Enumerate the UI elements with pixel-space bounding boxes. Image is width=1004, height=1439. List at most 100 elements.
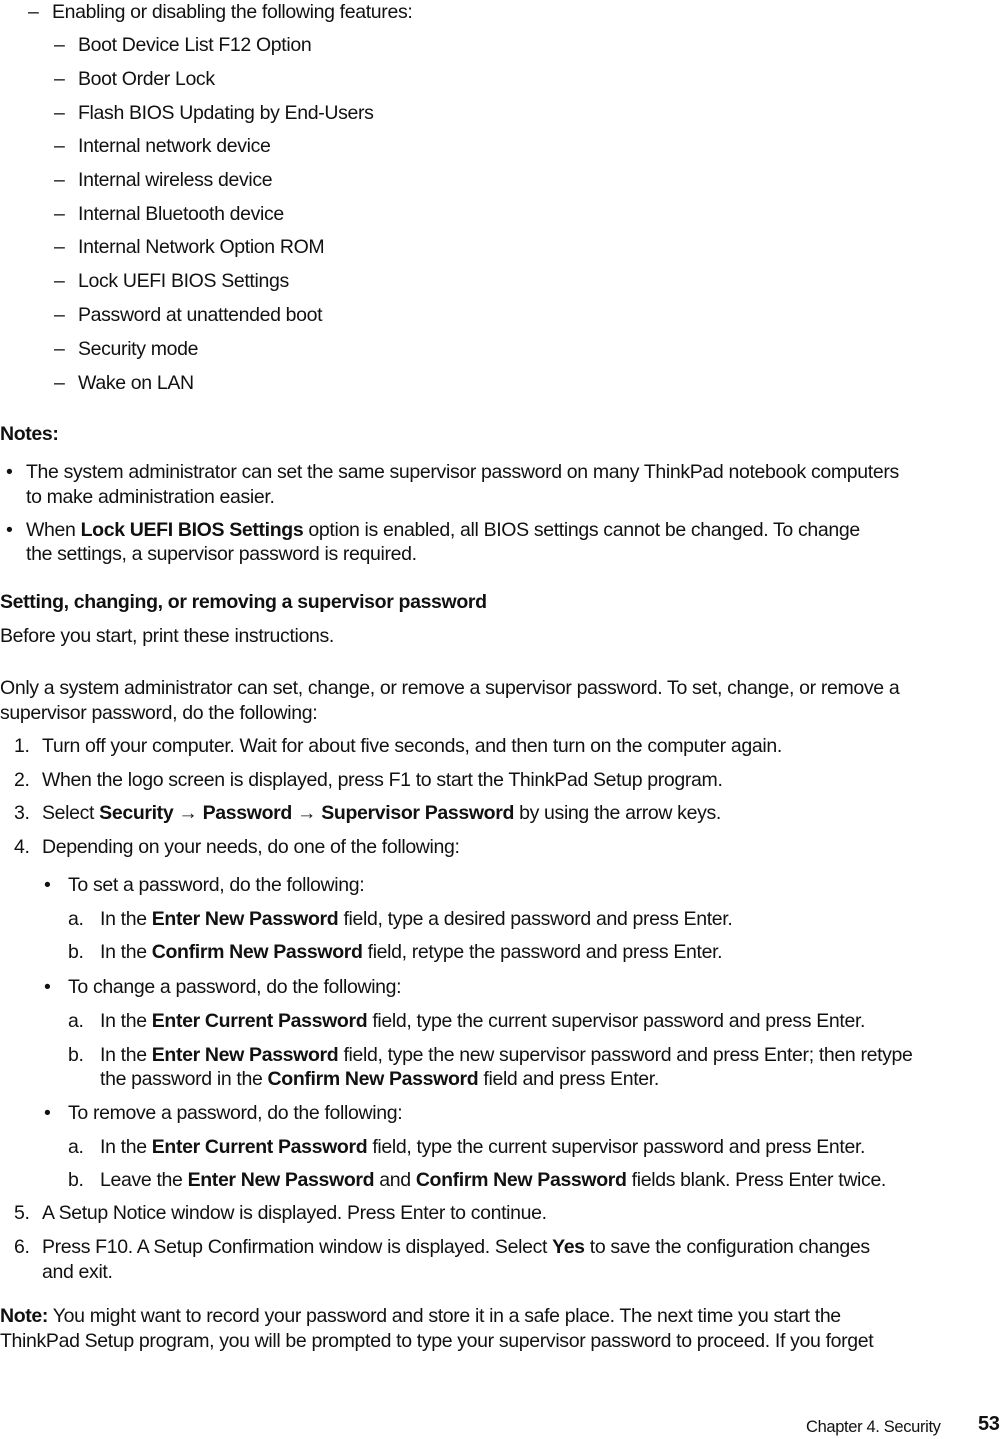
text: and	[374, 1169, 416, 1191]
list-item: – Boot Order Lock	[54, 67, 215, 91]
text: In the	[100, 1010, 152, 1032]
feature-label: Internal Bluetooth device	[78, 203, 284, 225]
step-5: A Setup Notice window is displayed. Pres…	[42, 1202, 547, 1224]
note-bullet: •	[6, 461, 13, 483]
feature-label: Flash BIOS Updating by End-Users	[78, 102, 374, 124]
text: In the	[100, 908, 152, 930]
step-1: Turn off your computer. Wait for about f…	[42, 735, 782, 757]
text: In the	[100, 1136, 152, 1158]
note-bullet: •	[6, 519, 13, 541]
text: Leave the	[100, 1169, 188, 1191]
note-2-line-2: the settings, a supervisor password is r…	[26, 543, 417, 565]
field-name: Confirm New Password	[267, 1068, 479, 1090]
notes-heading: Notes:	[0, 423, 59, 445]
dash-bullet: –	[54, 270, 65, 292]
note-1-line-2: to make administration easier.	[26, 486, 275, 508]
letter: a.	[68, 1010, 84, 1032]
step-number: 2.	[14, 769, 30, 791]
text: option is enabled, all BIOS settings can…	[303, 519, 860, 541]
text: field, type the current supervisor passw…	[367, 1136, 866, 1158]
step-6-line-2: and exit.	[42, 1261, 113, 1283]
text: Select	[42, 802, 100, 824]
list-item: – Wake on LAN	[54, 371, 194, 395]
step-number: 5.	[14, 1202, 30, 1224]
dash-bullet: –	[54, 203, 65, 225]
note-2-line-1: When Lock UEFI BIOS Settings option is e…	[26, 518, 860, 542]
dash-bullet: –	[54, 34, 65, 56]
field-name: Enter New Password	[151, 908, 339, 930]
note-1-line-1: The system administrator can set the sam…	[26, 461, 899, 483]
text: to save the configuration changes	[584, 1236, 870, 1258]
feature-label: Boot Order Lock	[78, 68, 215, 90]
list-item: – Internal Bluetooth device	[54, 202, 284, 226]
set-password-bullet: To set a password, do the following:	[68, 874, 365, 896]
sub-bullet: •	[44, 1102, 51, 1124]
set-step-a: In the Enter New Password field, type a …	[100, 907, 733, 931]
features-intro: – Enabling or disabling the following fe…	[28, 0, 413, 24]
step-4: Depending on your needs, do one of the f…	[42, 836, 460, 858]
dash-bullet: –	[54, 304, 65, 326]
step-number: 3.	[14, 802, 30, 824]
text: by using the arrow keys.	[514, 802, 721, 824]
text: In the	[100, 1044, 152, 1066]
dash-bullet: –	[54, 135, 65, 157]
text: the password in the	[100, 1068, 268, 1090]
step-number: 4.	[14, 836, 30, 858]
note-label: Note:	[0, 1305, 49, 1327]
field-name: Enter New Password	[151, 1044, 339, 1066]
dash-bullet: –	[28, 1, 39, 23]
step-3: Select Security → Password → Supervisor …	[42, 801, 721, 825]
remove-step-a: In the Enter Current Password field, typ…	[100, 1135, 865, 1159]
menu-password: Password	[202, 802, 293, 824]
step-number: 6.	[14, 1236, 30, 1258]
final-note-line-2: ThinkPad Setup program, you will be prom…	[0, 1330, 874, 1352]
footer-chapter: Chapter 4. Security	[806, 1418, 941, 1436]
remove-password-bullet: To remove a password, do the following:	[68, 1102, 403, 1124]
menu-supervisor-password: Supervisor Password	[321, 802, 515, 824]
letter: b.	[68, 1044, 84, 1066]
dash-bullet: –	[54, 169, 65, 191]
arrow-right-icon: →	[291, 802, 322, 824]
letter: a.	[68, 1136, 84, 1158]
text: fields blank. Press Enter twice.	[626, 1169, 887, 1191]
step-number: 1.	[14, 735, 30, 757]
list-item: – Password at unattended boot	[54, 303, 323, 327]
dash-bullet: –	[54, 102, 65, 124]
sub-bullet: •	[44, 976, 51, 998]
feature-label: Internal network device	[78, 135, 271, 157]
field-name: Confirm New Password	[415, 1169, 627, 1191]
feature-label: Boot Device List F12 Option	[78, 34, 312, 56]
feature-label: Security mode	[78, 338, 199, 360]
list-item: – Internal wireless device	[54, 168, 273, 192]
change-step-b-line-2: the password in the Confirm New Password…	[100, 1067, 659, 1091]
remove-step-b: Leave the Enter New Password and Confirm…	[100, 1168, 886, 1192]
field-name: Confirm New Password	[151, 941, 363, 963]
intro-line-2: supervisor password, do the following:	[0, 702, 318, 724]
feature-label: Lock UEFI BIOS Settings	[78, 270, 289, 292]
change-step-b: In the Enter New Password field, type th…	[100, 1043, 913, 1067]
field-name: Enter New Password	[187, 1169, 375, 1191]
text: Press F10. A Setup Confirmation window i…	[42, 1236, 553, 1258]
text: In the	[100, 941, 152, 963]
text: field, type the current supervisor passw…	[367, 1010, 866, 1032]
final-note-line-1: Note: You might want to record your pass…	[0, 1304, 841, 1328]
change-step-a: In the Enter Current Password field, typ…	[100, 1009, 865, 1033]
menu-security: Security	[99, 802, 174, 824]
list-item: – Internal Network Option ROM	[54, 235, 325, 259]
feature-label: Wake on LAN	[78, 372, 194, 394]
list-item: – Lock UEFI BIOS Settings	[54, 269, 289, 293]
text: field, type the new supervisor password …	[338, 1044, 913, 1066]
arrow-right-icon: →	[173, 802, 203, 824]
set-step-b: In the Confirm New Password field, retyp…	[100, 940, 723, 964]
dash-bullet: –	[54, 236, 65, 258]
text: field, type a desired password and press…	[338, 908, 733, 930]
text: field, retype the password and press Ent…	[362, 941, 723, 963]
dash-bullet: –	[54, 372, 65, 394]
letter: b.	[68, 1169, 84, 1191]
page-number: 53	[978, 1413, 1000, 1435]
dash-bullet: –	[54, 68, 65, 90]
step-2: When the logo screen is displayed, press…	[42, 769, 723, 791]
field-name: Enter Current Password	[151, 1136, 368, 1158]
dash-bullet: –	[54, 338, 65, 360]
letter: b.	[68, 941, 84, 963]
